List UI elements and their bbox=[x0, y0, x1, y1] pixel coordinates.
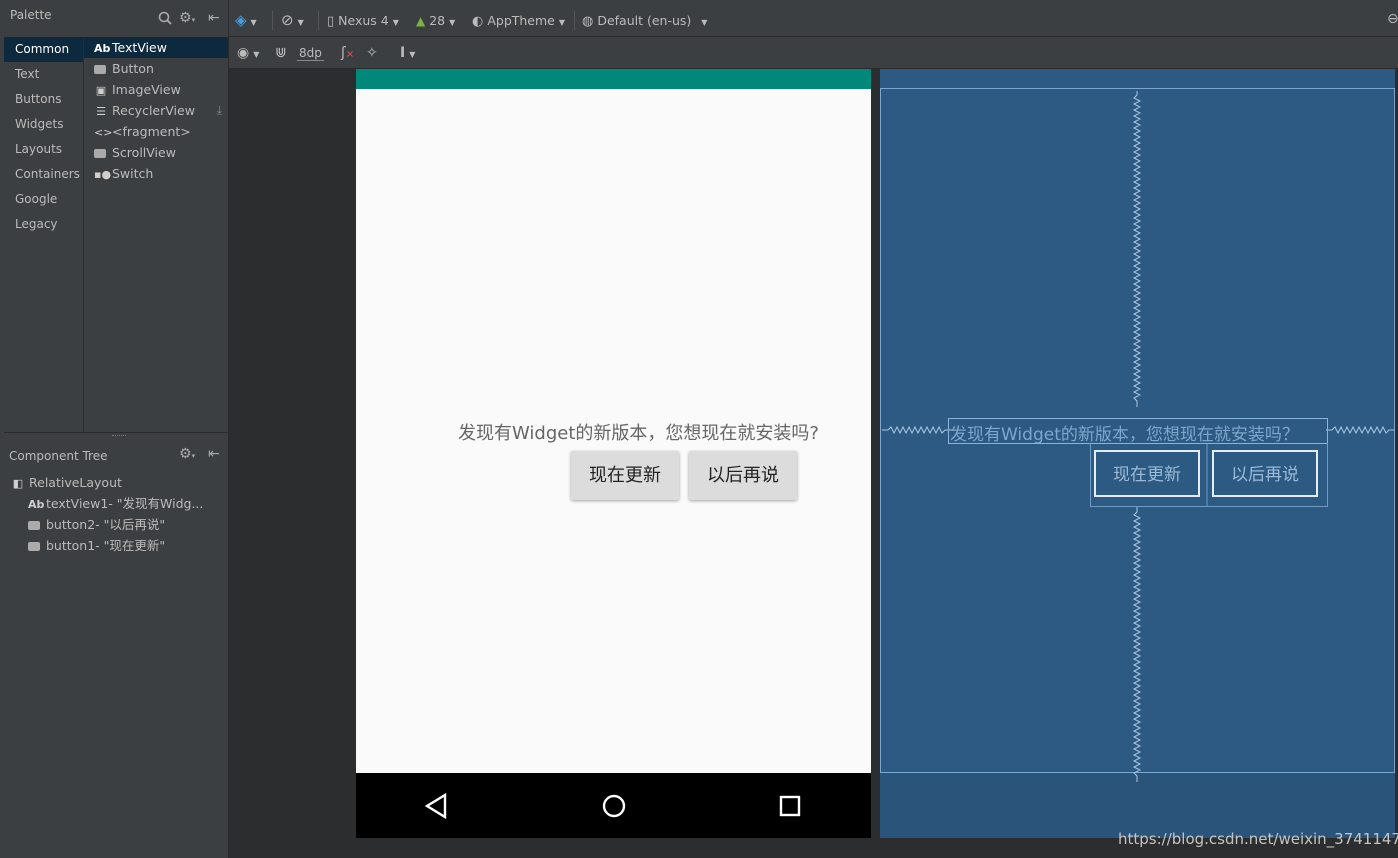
category-layouts[interactable]: Layouts bbox=[4, 137, 83, 162]
component-tree-panel: Component Tree ⚙▾ ⇤ ◧ RelativeLayout Ab te… bbox=[4, 439, 246, 858]
tree-node-button1[interactable]: button1- "现在更新" bbox=[4, 535, 252, 556]
gear-icon[interactable]: ⚙▾ bbox=[179, 11, 195, 27]
splitter-grip bbox=[112, 435, 126, 438]
palette-item-recyclerview[interactable]: ☰ RecyclerView ⤓ bbox=[84, 100, 228, 121]
guidelines-menu[interactable]: I ▼ bbox=[400, 37, 415, 68]
palette-category-list: Common Text Buttons Widgets Layouts Cont… bbox=[4, 37, 84, 432]
blueprint-update-now-button[interactable]: 现在更新 bbox=[1094, 450, 1200, 497]
eye-icon: ◉ bbox=[237, 45, 250, 61]
textview-icon: Ab bbox=[28, 498, 45, 511]
gear-icon[interactable]: ⚙▾ bbox=[179, 447, 195, 463]
update-now-button[interactable]: 现在更新 bbox=[571, 451, 679, 500]
category-legacy[interactable]: Legacy bbox=[4, 212, 83, 237]
button-icon bbox=[94, 65, 106, 74]
api-level-menu[interactable]: ▲ 28 ▼ bbox=[416, 5, 455, 36]
button-icon bbox=[28, 542, 40, 551]
layers-icon: ◈ bbox=[235, 11, 247, 29]
toolbar-separator bbox=[272, 11, 273, 30]
view-options-menu[interactable]: ◉ ▼ bbox=[237, 37, 259, 68]
palette-item-list: Ab TextView Button ▣ ImageView ☰ RecyclerVi… bbox=[84, 37, 228, 432]
rotate-icon: ⊘ bbox=[281, 11, 294, 29]
switch-icon: ▪● bbox=[94, 168, 112, 181]
palette-item-imageview[interactable]: ▣ ImageView bbox=[84, 79, 228, 100]
button-icon bbox=[28, 521, 40, 530]
collapse-icon[interactable]: ⇤ bbox=[208, 11, 220, 25]
list-icon: ☰ bbox=[96, 105, 106, 118]
default-margin-field[interactable]: 8dp bbox=[297, 37, 324, 68]
clear-constraints-icon: ʃ× bbox=[341, 45, 355, 61]
design-toolbar: ◈ ▼ ⊘ ▼ ▯ Nexus 4 ▼ ▲ 28 ▼ ◐ AppTheme ▼ ◍ Def… bbox=[229, 5, 1398, 37]
theme-menu[interactable]: ◐ AppTheme ▼ bbox=[472, 5, 565, 36]
collapse-icon[interactable]: ⇤ bbox=[208, 447, 220, 461]
android-icon: ▲ bbox=[416, 14, 426, 28]
relative-layout-icon: ◧ bbox=[12, 477, 24, 490]
watermark-url: https://blog.csdn.net/weixin_37411471 bbox=[1118, 830, 1398, 848]
app-bar bbox=[356, 69, 871, 89]
palette-item-fragment[interactable]: <><fragment> bbox=[84, 121, 228, 142]
locale-menu[interactable]: ◍ Default (en-us) ▼ bbox=[582, 5, 707, 36]
blueprint-message-text[interactable]: 发现有Widget的新版本，您想现在就安装吗？ bbox=[950, 420, 1299, 445]
guideline-icon: I bbox=[400, 45, 406, 61]
palette-panel: Palette ⚙▾ ⇤ Common Text Buttons Widgets… bbox=[4, 0, 229, 432]
theme-icon: ◐ bbox=[472, 14, 484, 29]
scroll-icon bbox=[94, 149, 106, 158]
fragment-icon: <> bbox=[94, 126, 113, 139]
design-surface-menu[interactable]: ◈ ▼ bbox=[235, 5, 257, 36]
phone-icon: ▯ bbox=[327, 14, 335, 29]
category-google[interactable]: Google bbox=[4, 187, 83, 212]
home-icon[interactable] bbox=[601, 793, 627, 819]
tree-node-root[interactable]: ◧ RelativeLayout bbox=[4, 472, 235, 493]
update-message-text[interactable]: 发现有Widget的新版本，您想现在就安装吗? bbox=[356, 419, 871, 445]
orientation-menu[interactable]: ⊘ ▼ bbox=[281, 5, 304, 36]
textview-icon: Ab bbox=[94, 42, 111, 55]
autoconnect-toggle[interactable]: ⋓ bbox=[275, 37, 287, 68]
toolbar-separator bbox=[574, 11, 575, 30]
category-buttons[interactable]: Buttons bbox=[4, 87, 83, 112]
recents-icon[interactable] bbox=[779, 795, 801, 817]
globe-icon: ◍ bbox=[582, 14, 594, 29]
device-menu[interactable]: ▯ Nexus 4 ▼ bbox=[327, 5, 399, 36]
zoom-icon[interactable]: ⊖ bbox=[1387, 11, 1398, 27]
layout-toolbar: ◉ ▼ ⋓ 8dp ʃ× ✧ I ▼ bbox=[229, 37, 1398, 69]
search-icon[interactable] bbox=[158, 11, 172, 25]
category-common[interactable]: Common bbox=[4, 37, 83, 62]
tree-node-button2[interactable]: button2- "以后再说" bbox=[4, 514, 252, 535]
toolbar-separator bbox=[318, 11, 319, 30]
magnet-icon: ⋓ bbox=[275, 45, 287, 61]
palette-item-button[interactable]: Button bbox=[84, 58, 228, 79]
category-text[interactable]: Text bbox=[4, 62, 83, 87]
blueprint-view[interactable]: 发现有Widget的新版本，您想现在就安装吗？ 现在更新 以后再说 bbox=[880, 69, 1395, 838]
magic-wand-icon: ✧ bbox=[366, 45, 378, 61]
palette-title: Palette bbox=[10, 8, 52, 22]
download-icon[interactable]: ⤓ bbox=[217, 100, 222, 121]
category-containers[interactable]: Containers bbox=[4, 162, 83, 187]
image-icon: ▣ bbox=[95, 84, 107, 97]
tree-node-textview1[interactable]: Ab textView1- "发现有Widg... bbox=[4, 493, 252, 514]
navigation-bar bbox=[356, 773, 871, 838]
palette-item-textview[interactable]: Ab TextView bbox=[84, 37, 228, 58]
palette-item-scrollview[interactable]: ScrollView bbox=[84, 142, 228, 163]
blueprint-later-button[interactable]: 以后再说 bbox=[1212, 450, 1318, 497]
back-icon[interactable] bbox=[424, 793, 448, 819]
clear-constraints-button[interactable]: ʃ× bbox=[341, 37, 354, 68]
later-button[interactable]: 以后再说 bbox=[689, 451, 797, 500]
design-preview[interactable]: 发现有Widget的新版本，您想现在就安装吗? 现在更新 以后再说 bbox=[356, 69, 871, 838]
infer-constraints-button[interactable]: ✧ bbox=[366, 37, 378, 68]
palette-item-switch[interactable]: ▪●Switch bbox=[84, 163, 228, 184]
category-widgets[interactable]: Widgets bbox=[4, 112, 83, 137]
component-tree-title: Component Tree bbox=[9, 449, 108, 463]
